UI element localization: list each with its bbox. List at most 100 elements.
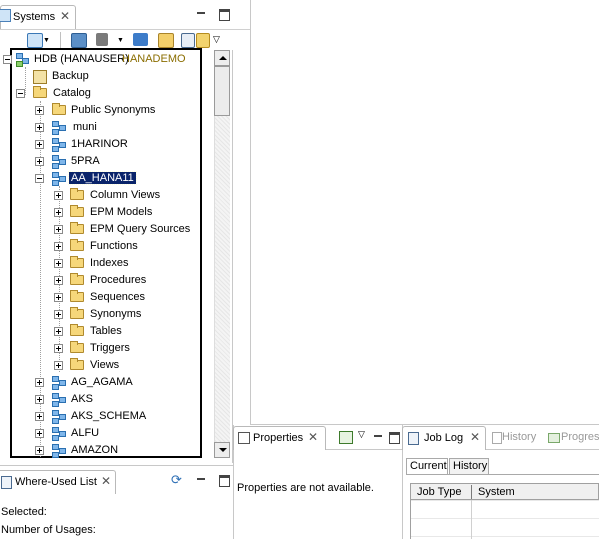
chevron-down-icon[interactable]: ▼: [117, 37, 124, 44]
close-icon[interactable]: ✕: [470, 430, 480, 444]
tab-history[interactable]: History: [492, 426, 544, 450]
chevron-down-icon[interactable]: ▼: [43, 37, 50, 44]
expand-icon[interactable]: [54, 242, 63, 251]
expand-icon[interactable]: [54, 208, 63, 217]
close-icon[interactable]: ✕: [101, 474, 111, 488]
tree-item-triggers[interactable]: Triggers: [54, 341, 199, 357]
expand-icon[interactable]: [54, 344, 63, 353]
tree-item-functions[interactable]: Functions: [54, 239, 199, 255]
folder-icon: [70, 307, 84, 319]
tree-item-schema[interactable]: 1HARINOR: [35, 137, 195, 153]
tree-item-column-views[interactable]: Column Views: [54, 188, 199, 204]
tree-item-epm-query-sources[interactable]: EPM Query Sources: [54, 222, 199, 238]
minimize-icon[interactable]: [374, 435, 382, 437]
tree-item-sequences[interactable]: Sequences: [54, 290, 199, 306]
tree-item-label: Views: [90, 359, 120, 371]
expand-icon[interactable]: [54, 293, 63, 302]
subtab-history-label: History: [453, 460, 488, 472]
tab-job-log[interactable]: Job Log ✕: [402, 426, 486, 450]
sql-console-icon[interactable]: [133, 33, 148, 46]
expand-icon[interactable]: [35, 106, 44, 115]
where-used-icon: [1, 476, 12, 489]
schema-icon: [52, 121, 66, 135]
systems-icon: [0, 9, 11, 22]
refresh-icon[interactable]: ⟳: [171, 472, 182, 488]
expand-icon[interactable]: [35, 378, 44, 387]
arrow-up-icon: [219, 56, 227, 60]
tab-progress[interactable]: Progress: [548, 426, 599, 450]
close-icon[interactable]: ✕: [60, 9, 70, 23]
link-editor-icon[interactable]: [196, 33, 210, 48]
expand-icon[interactable]: [54, 225, 63, 234]
maximize-icon[interactable]: [219, 475, 230, 487]
tree-item-schema[interactable]: AG_AGAMA: [35, 375, 195, 391]
tree-item-schema-selected[interactable]: AA_HANA11: [35, 171, 195, 187]
expand-icon[interactable]: [54, 276, 63, 285]
expand-icon[interactable]: [35, 140, 44, 149]
tree-item-synonyms[interactable]: Synonyms: [54, 307, 199, 323]
tree-item-tables[interactable]: Tables: [54, 324, 199, 340]
tree-item-procedures[interactable]: Procedures: [54, 273, 199, 289]
scroll-up-button[interactable]: [214, 50, 230, 66]
properties-tabbar: Properties ✕ ▽: [233, 425, 402, 450]
collapse-icon[interactable]: [16, 89, 25, 98]
view-menu-icon[interactable]: ▽: [358, 429, 365, 440]
tree-item-epm-models[interactable]: EPM Models: [54, 205, 199, 221]
tab-systems[interactable]: Systems ✕: [0, 5, 76, 29]
tree-item-catalog[interactable]: Catalog: [16, 86, 136, 102]
tree-item-label: Tables: [90, 325, 122, 337]
expand-icon[interactable]: [35, 429, 44, 438]
column-divider[interactable]: [471, 485, 472, 499]
tree-item-schema[interactable]: AMAZON: [35, 443, 195, 459]
tree-root-system[interactable]: HDB (HANAUSER) HANADEMO: [3, 52, 203, 68]
tree-item-schema[interactable]: muni: [35, 120, 195, 136]
open-console-icon[interactable]: [71, 33, 87, 48]
expand-icon[interactable]: [35, 123, 44, 132]
tree-item-schema[interactable]: AKS_SCHEMA: [35, 409, 195, 425]
expand-icon[interactable]: [35, 446, 44, 455]
collapse-icon[interactable]: [3, 55, 12, 64]
tree-item-schema[interactable]: AKS: [35, 392, 195, 408]
tree-item-backup[interactable]: Backup: [33, 69, 153, 85]
maximize-icon[interactable]: [219, 9, 230, 21]
scroll-thumb[interactable]: [214, 66, 230, 116]
filter-icon[interactable]: [96, 33, 108, 46]
view-menu-icon[interactable]: ▽: [213, 34, 220, 45]
expand-icon[interactable]: [54, 327, 63, 336]
tree-item-public-synonyms[interactable]: Public Synonyms: [35, 103, 195, 119]
tab-where-used[interactable]: Where-Used List ✕: [0, 470, 116, 494]
folder-icon: [70, 222, 84, 234]
collapse-icon[interactable]: [35, 174, 44, 183]
column-job-type[interactable]: Job Type: [417, 486, 461, 498]
expand-icon[interactable]: [35, 157, 44, 166]
tree-item-label: ALFU: [71, 427, 100, 439]
expand-icon[interactable]: [54, 361, 63, 370]
expand-icon[interactable]: [35, 412, 44, 421]
tab-properties[interactable]: Properties ✕: [233, 426, 326, 450]
close-icon[interactable]: ✕: [308, 430, 318, 444]
expand-icon[interactable]: [54, 191, 63, 200]
maximize-icon[interactable]: [389, 432, 400, 444]
expand-icon[interactable]: [35, 395, 44, 404]
subtab-divider: [406, 474, 599, 475]
subtab-history[interactable]: History: [449, 458, 489, 475]
scroll-down-button[interactable]: [214, 442, 230, 458]
tab-systems-label: Systems: [13, 11, 56, 23]
open-folder-icon[interactable]: [158, 33, 174, 48]
expand-icon[interactable]: [54, 310, 63, 319]
expand-icon[interactable]: [54, 259, 63, 268]
subtab-current[interactable]: Current: [406, 458, 448, 475]
pin-icon[interactable]: [339, 431, 353, 444]
schema-icon: [52, 444, 66, 458]
tree-item-indexes[interactable]: Indexes: [54, 256, 199, 272]
collapse-all-icon[interactable]: [181, 33, 195, 48]
column-system[interactable]: System: [478, 486, 515, 498]
tree-item-views[interactable]: Views: [54, 358, 199, 374]
minimize-icon[interactable]: [197, 12, 205, 14]
minimize-icon[interactable]: [197, 478, 205, 480]
add-system-icon[interactable]: [27, 33, 43, 48]
tree-item-schema[interactable]: ALFU: [35, 426, 195, 442]
tree-item-label: AG_AGAMA: [71, 376, 133, 388]
tree-item-label: Triggers: [90, 342, 130, 354]
tree-item-schema[interactable]: 5PRA: [35, 154, 195, 170]
